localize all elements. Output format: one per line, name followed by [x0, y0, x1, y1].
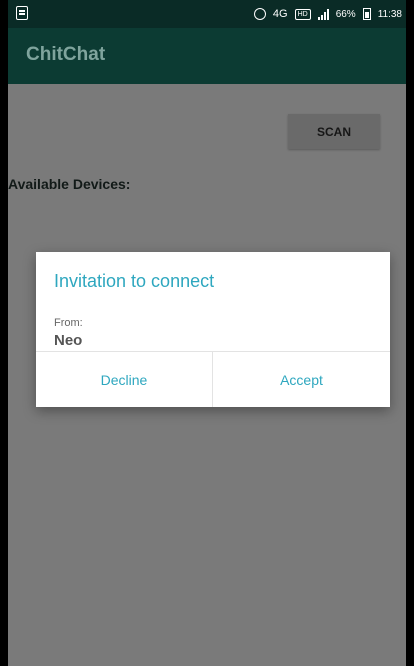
battery-percent: 66% [335, 8, 356, 20]
from-label: From: [54, 317, 83, 329]
status-icons: 4G HD 66% 11:38 [253, 0, 402, 28]
battery-icon [362, 8, 371, 20]
accept-button[interactable]: Accept [213, 352, 390, 407]
hd-icon: HD [294, 8, 311, 20]
right-bezel [406, 0, 414, 666]
alarm-icon [253, 8, 266, 20]
network-type: 4G [272, 8, 288, 20]
invitation-dialog: Invitation to connect From: Neo Decline … [36, 252, 390, 407]
dialog-title: Invitation to connect [54, 271, 215, 291]
available-devices-label: Available Devices: [8, 176, 131, 192]
signal-icon [317, 8, 329, 20]
left-bezel [0, 0, 8, 666]
from-value: Neo [54, 332, 83, 349]
decline-button[interactable]: Decline [36, 352, 212, 407]
app-title: ChitChat [26, 44, 106, 65]
scan-button[interactable]: SCAN [288, 114, 380, 149]
status-bar: 4G HD 66% 11:38 [8, 0, 406, 28]
notification-icon [16, 6, 28, 20]
phone-screen: 4G HD 66% 11:38 ChitChat SCAN Available … [8, 0, 406, 666]
clock: 11:38 [377, 8, 402, 20]
app-bar: ChitChat [8, 28, 406, 84]
main-content: SCAN Available Devices: Invitation to co… [8, 84, 406, 666]
